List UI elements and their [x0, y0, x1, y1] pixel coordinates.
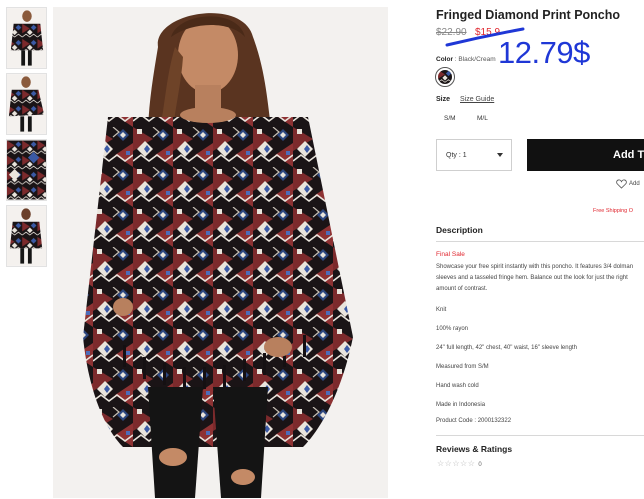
- color-selection-label: Color : Black/Cream: [436, 56, 496, 63]
- size-option-sm[interactable]: S/M: [444, 115, 456, 122]
- thumbnail-2[interactable]: [6, 73, 47, 135]
- thumbnail-4[interactable]: [6, 205, 47, 267]
- handwritten-price-annotation: 12.79$: [498, 35, 590, 70]
- color-label: Color: [436, 56, 453, 63]
- main-product-image: [53, 7, 388, 498]
- spec-care: Hand wash cold: [436, 383, 479, 389]
- size-option-ml[interactable]: M/L: [477, 115, 488, 122]
- thumbnail-2-image: [7, 74, 46, 134]
- review-count: 0: [478, 462, 483, 468]
- model-wearing-poncho-image: [53, 7, 388, 498]
- color-value: Black/Cream: [458, 56, 496, 63]
- quantity-select[interactable]: Qty : 1: [436, 139, 512, 171]
- swatch-pattern-icon: [438, 70, 452, 84]
- thumbnail-1-image: [7, 8, 46, 68]
- star-rating[interactable]: ☆☆☆☆☆ 0: [437, 459, 482, 468]
- divider: [436, 435, 644, 436]
- spec-origin: Made in Indonesia: [436, 402, 486, 408]
- thumbnail-3[interactable]: [6, 139, 47, 201]
- description-heading: Description: [436, 225, 483, 235]
- divider: [436, 241, 644, 242]
- product-code: Product Code : 2000132322: [436, 418, 512, 424]
- thumbnail-3-image: [7, 140, 46, 200]
- spec-measured-from: Measured from S/M: [436, 364, 489, 370]
- size-guide-link[interactable]: Size Guide: [460, 96, 494, 103]
- spec-measurements: 24" full length, 42" chest, 40" waist, 1…: [436, 345, 577, 351]
- chevron-down-icon: [497, 153, 503, 157]
- star-icons: ☆☆☆☆☆: [437, 459, 476, 468]
- quantity-value: Qty : 1: [446, 151, 467, 159]
- description-text: Showcase your free spirit instantly with…: [436, 264, 634, 292]
- thumbnail-1[interactable]: [6, 7, 47, 69]
- add-to-wishlist-button[interactable]: Add: [616, 179, 640, 189]
- wishlist-label: Add: [629, 181, 640, 187]
- reviews-heading: Reviews & Ratings: [436, 444, 513, 454]
- spec-content: 100% rayon: [436, 326, 469, 332]
- product-title: Fringed Diamond Print Poncho: [436, 8, 621, 22]
- add-to-bag-button[interactable]: Add T: [527, 139, 644, 171]
- heart-icon: [616, 179, 627, 189]
- final-sale-label: Final Sale: [436, 251, 465, 258]
- free-shipping-notice: Free Shipping O: [593, 208, 634, 214]
- spec-fabric: Knit: [436, 307, 447, 313]
- size-label: Size: [436, 96, 451, 103]
- thumbnail-4-image: [7, 206, 46, 266]
- color-swatch[interactable]: [435, 67, 455, 87]
